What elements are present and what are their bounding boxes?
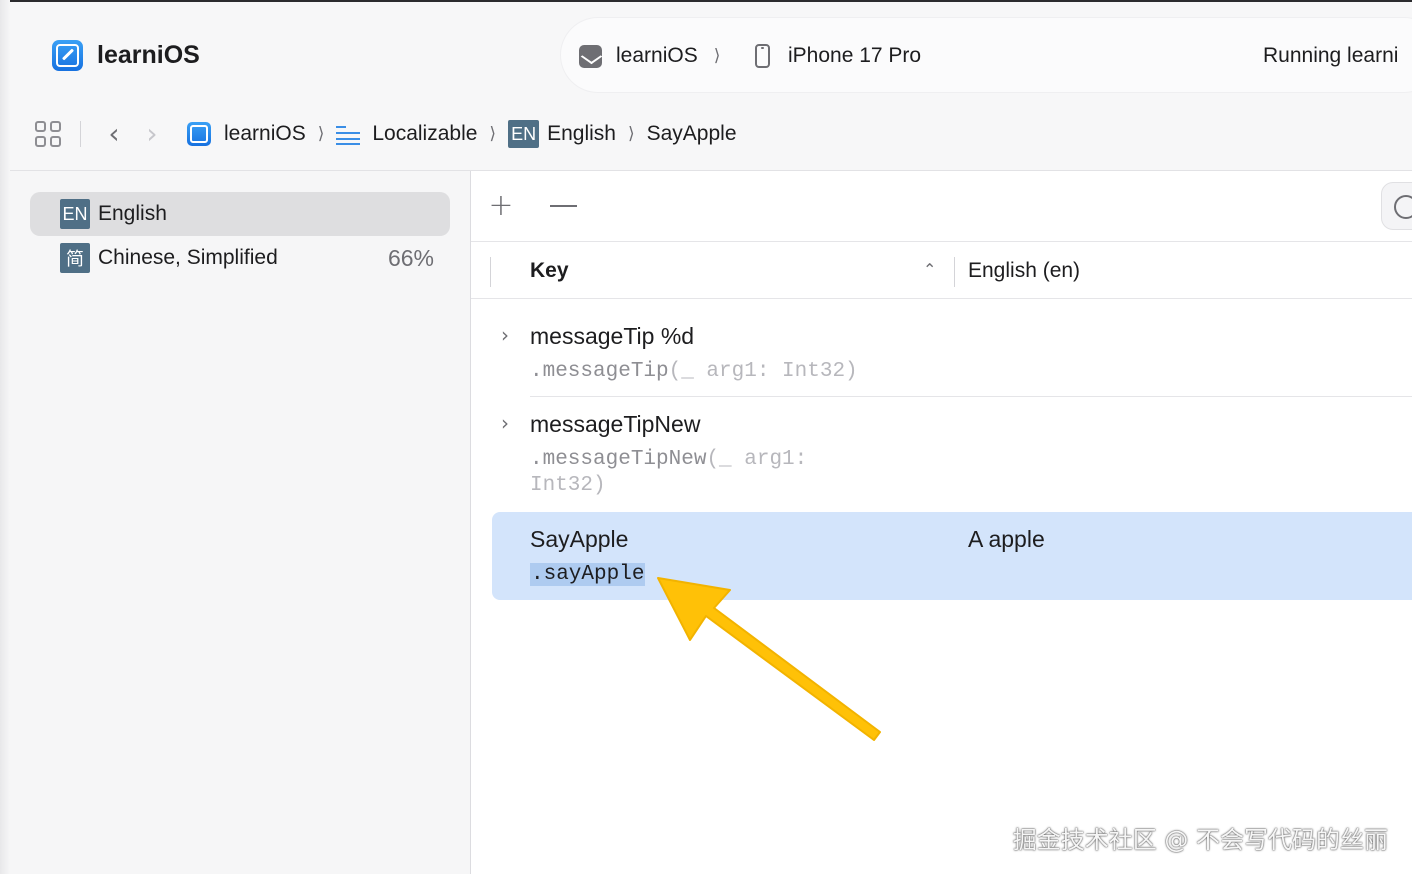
breadcrumb-item-language[interactable]: English (547, 122, 616, 146)
zh-language-badge: 简 (60, 243, 90, 273)
symbol-name: .messageTipNew(_ arg1: Int32) (530, 447, 807, 499)
column-header-key[interactable]: Key (530, 259, 569, 283)
filter-icon (1394, 195, 1412, 219)
related-items-grid-icon[interactable] (35, 121, 61, 147)
sidebar-item-chinese-simplified[interactable]: 简 Chinese, Simplified 66% (30, 236, 450, 280)
table-header: Key ⌃ English (en) (471, 242, 1412, 299)
sort-ascending-icon[interactable]: ⌃ (923, 260, 936, 279)
xcode-project-icon (52, 39, 83, 71)
symbol-name: .sayApple (530, 562, 646, 588)
device-selector[interactable]: iPhone 17 Pro (755, 42, 921, 70)
scheme-target-label: learniOS (616, 44, 698, 67)
symbol-params: (_ arg1: (706, 448, 808, 471)
symbol-name-text[interactable]: .sayApple (530, 563, 646, 586)
language-name: Chinese, Simplified (98, 246, 278, 269)
symbol-name-text: .messageTip (530, 360, 669, 383)
annotation-arrow (657, 577, 881, 741)
symbol-name: .messageTip(_ arg1: Int32) (530, 359, 858, 385)
string-key: SayApple (530, 526, 629, 552)
table-row[interactable]: › messageTip %d .messageTip(_ arg1: Int3… (492, 299, 1412, 397)
filter-button[interactable] (1381, 182, 1412, 230)
translation-progress: 66% (387, 244, 434, 271)
arrow-shape (657, 577, 881, 741)
language-name: English (98, 202, 167, 225)
run-status: Running learni (1263, 42, 1398, 70)
string-key: messageTipNew (530, 411, 701, 437)
column-divider[interactable] (954, 257, 955, 287)
chevron-right-icon: ⟩ (489, 124, 497, 144)
column-header-english[interactable]: English (en) (968, 259, 1080, 283)
activity-bar: learniOS ⟩ iPhone 17 Pro Running learni (561, 18, 1412, 92)
en-language-badge: EN (60, 199, 90, 229)
language-sidebar: EN English 简 Chinese, Simplified 66% (10, 171, 470, 874)
scheme-selector[interactable]: learniOS ⟩ (579, 42, 720, 70)
chevron-right-icon[interactable]: › (501, 411, 509, 435)
run-status-text: Running learni (1263, 44, 1399, 67)
string-key: messageTip %d (530, 323, 695, 349)
chevron-right-icon[interactable]: › (501, 323, 509, 347)
jump-bar: ‹ › learniOS ⟩ Localizable ⟩ EN English … (35, 114, 737, 154)
chevron-right-icon: ⟩ (713, 46, 721, 65)
breadcrumb: learniOS ⟩ Localizable ⟩ EN English ⟩ Sa… (187, 120, 737, 148)
app-title-group[interactable]: learniOS (52, 38, 200, 72)
breadcrumb-item-project[interactable]: learniOS (224, 122, 306, 146)
back-arrow-icon[interactable]: ‹ (95, 114, 133, 154)
table-row[interactable]: › messageTipNew .messageTipNew(_ arg1: I… (492, 397, 1412, 512)
string-catalog-icon (336, 123, 361, 145)
jump-bar-divider (80, 121, 81, 147)
en-language-badge: EN (508, 120, 540, 148)
app-target-icon (579, 44, 602, 68)
symbol-params: (_ arg1: Int32) (668, 360, 858, 383)
forward-arrow-icon[interactable]: › (133, 114, 171, 154)
minus-icon (549, 205, 577, 207)
add-string-button[interactable]: + (481, 189, 521, 223)
watermark: 掘金技术社区 @ 不会写代码的丝丽 (1012, 826, 1388, 854)
breadcrumb-item-key[interactable]: SayApple (647, 122, 737, 146)
string-value-english[interactable]: A apple (968, 526, 1045, 553)
breadcrumb-item-file[interactable]: Localizable (372, 122, 477, 146)
app-title: learniOS (97, 40, 200, 69)
chevron-right-icon: ⟩ (317, 124, 325, 144)
device-label: iPhone 17 Pro (788, 44, 922, 67)
project-icon (187, 122, 211, 146)
toolbar: learniOS learniOS ⟩ iPhone 17 Pro Runnin… (10, 2, 1412, 170)
table-row-selected[interactable]: SayApple .sayApple A apple (492, 512, 1412, 600)
window-left-edge (0, 0, 10, 874)
symbol-name-text: .messageTipNew (530, 448, 707, 471)
iphone-icon (755, 44, 770, 68)
chevron-right-icon: ⟩ (627, 124, 635, 144)
string-catalog-editor: + Key ⌃ English (en) › messageTip %d .me… (471, 171, 1412, 874)
remove-string-button[interactable] (543, 189, 583, 223)
column-divider (490, 257, 491, 287)
sidebar-item-english[interactable]: EN English (30, 192, 450, 236)
symbol-params: Int32) (530, 474, 606, 497)
